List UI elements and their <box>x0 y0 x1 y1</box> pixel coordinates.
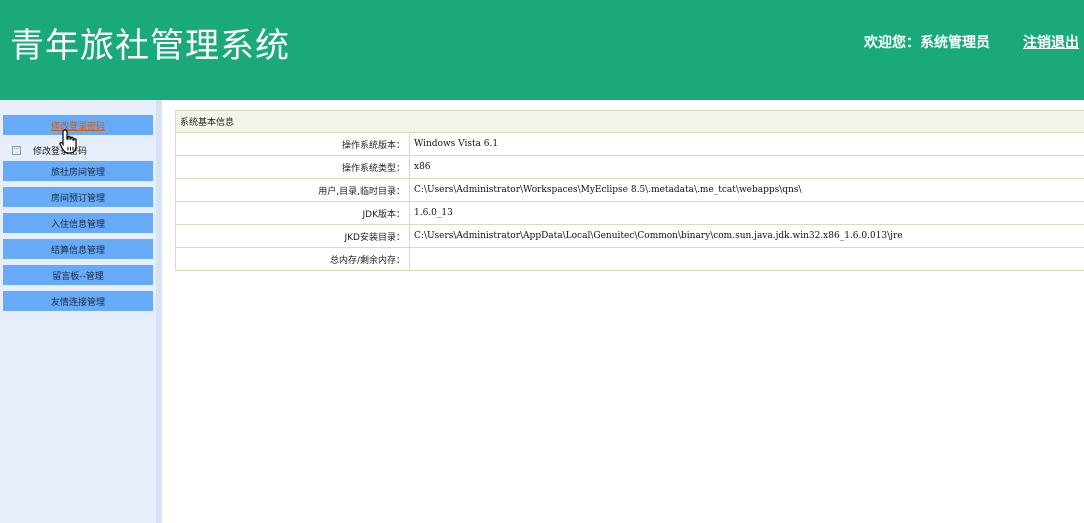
row-value <box>409 247 1084 271</box>
table-row: 操作系统类型： x86 <box>175 155 1084 179</box>
logout-link[interactable]: 注销退出 <box>1023 32 1079 52</box>
row-label: 操作系统类型： <box>175 155 410 179</box>
sidebar-item-rooms[interactable]: 旅社房间管理 <box>3 161 153 181</box>
row-value: 1.6.0_13 <box>409 201 1084 225</box>
sidebar-divider <box>156 100 162 523</box>
hand-cursor-icon <box>59 129 77 154</box>
table-row: 总内存/剩余内存： <box>175 247 1084 271</box>
welcome-text: 欢迎您：系统管理员 <box>864 35 990 51</box>
table-row: JKD安装目录： C:\Users\Administrator\AppData\… <box>175 224 1084 248</box>
row-value: C:\Users\Administrator\Workspaces\MyEcli… <box>409 178 1084 202</box>
row-label: 用户,目录,临时目录： <box>175 178 410 202</box>
header-bar: 青年旅社管理系统 欢迎您：系统管理员 注销退出 <box>0 0 1084 100</box>
row-label: 总内存/剩余内存： <box>175 247 410 271</box>
table-row: JDK版本： 1.6.0_13 <box>175 201 1084 225</box>
table-row: 用户,目录,临时目录： C:\Users\Administrator\Works… <box>175 178 1084 202</box>
section-title: 系统基本信息 <box>175 110 1084 133</box>
sidebar-item-settlement[interactable]: 结算信息管理 <box>3 239 153 259</box>
sidebar-item-guestbook[interactable]: 留言板--管理 <box>3 265 153 285</box>
row-value: C:\Users\Administrator\AppData\Local\Gen… <box>409 224 1084 248</box>
sidebar-item-reservations[interactable]: 房间预订管理 <box>3 187 153 207</box>
main-content: 系统基本信息 操作系统版本： Windows Vista 6.1 操作系统类型：… <box>175 110 1084 271</box>
row-label: JDK版本： <box>175 201 410 225</box>
table-row: 操作系统版本： Windows Vista 6.1 <box>175 132 1084 156</box>
tree-node-icon: ··· <box>12 145 21 155</box>
row-value: x86 <box>409 155 1084 179</box>
row-label: JKD安装目录： <box>175 224 410 248</box>
table-section-row: 系统基本信息 <box>175 110 1084 133</box>
row-label: 操作系统版本： <box>175 132 410 156</box>
sidebar-item-links[interactable]: 友情连接管理 <box>3 291 153 311</box>
sidebar-item-checkin[interactable]: 入住信息管理 <box>3 213 153 233</box>
system-info-table: 系统基本信息 操作系统版本： Windows Vista 6.1 操作系统类型：… <box>175 110 1084 271</box>
row-value: Windows Vista 6.1 <box>409 132 1084 156</box>
app-title: 青年旅社管理系统 <box>10 26 290 66</box>
